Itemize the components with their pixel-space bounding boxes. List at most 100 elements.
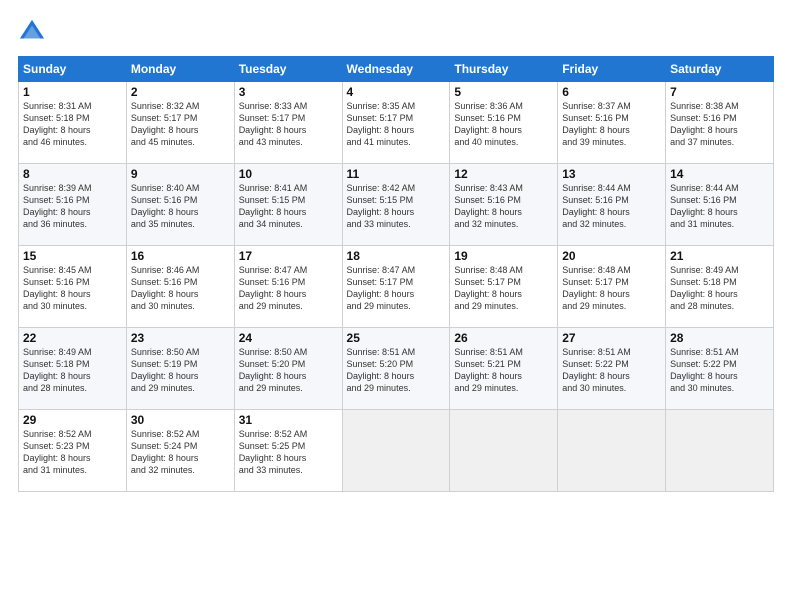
cell-details: Sunrise: 8:42 AM Sunset: 5:15 PM Dayligh…	[347, 182, 446, 231]
logo	[18, 18, 50, 46]
calendar-header-saturday: Saturday	[666, 57, 774, 82]
header	[18, 18, 774, 46]
cell-details: Sunrise: 8:38 AM Sunset: 5:16 PM Dayligh…	[670, 100, 769, 149]
day-number: 27	[562, 331, 661, 345]
calendar-cell: 28Sunrise: 8:51 AM Sunset: 5:22 PM Dayli…	[666, 328, 774, 410]
day-number: 19	[454, 249, 553, 263]
day-number: 14	[670, 167, 769, 181]
calendar-cell: 4Sunrise: 8:35 AM Sunset: 5:17 PM Daylig…	[342, 82, 450, 164]
cell-details: Sunrise: 8:35 AM Sunset: 5:17 PM Dayligh…	[347, 100, 446, 149]
day-number: 13	[562, 167, 661, 181]
day-number: 31	[239, 413, 338, 427]
calendar-cell: 18Sunrise: 8:47 AM Sunset: 5:17 PM Dayli…	[342, 246, 450, 328]
cell-details: Sunrise: 8:46 AM Sunset: 5:16 PM Dayligh…	[131, 264, 230, 313]
cell-details: Sunrise: 8:51 AM Sunset: 5:22 PM Dayligh…	[670, 346, 769, 395]
calendar-cell: 10Sunrise: 8:41 AM Sunset: 5:15 PM Dayli…	[234, 164, 342, 246]
cell-details: Sunrise: 8:51 AM Sunset: 5:22 PM Dayligh…	[562, 346, 661, 395]
cell-details: Sunrise: 8:47 AM Sunset: 5:17 PM Dayligh…	[347, 264, 446, 313]
calendar-cell: 19Sunrise: 8:48 AM Sunset: 5:17 PM Dayli…	[450, 246, 558, 328]
calendar-header-tuesday: Tuesday	[234, 57, 342, 82]
calendar-week-5: 29Sunrise: 8:52 AM Sunset: 5:23 PM Dayli…	[19, 410, 774, 492]
calendar-week-3: 15Sunrise: 8:45 AM Sunset: 5:16 PM Dayli…	[19, 246, 774, 328]
cell-details: Sunrise: 8:40 AM Sunset: 5:16 PM Dayligh…	[131, 182, 230, 231]
day-number: 21	[670, 249, 769, 263]
cell-details: Sunrise: 8:45 AM Sunset: 5:16 PM Dayligh…	[23, 264, 122, 313]
cell-details: Sunrise: 8:49 AM Sunset: 5:18 PM Dayligh…	[670, 264, 769, 313]
calendar-cell: 3Sunrise: 8:33 AM Sunset: 5:17 PM Daylig…	[234, 82, 342, 164]
cell-details: Sunrise: 8:36 AM Sunset: 5:16 PM Dayligh…	[454, 100, 553, 149]
cell-details: Sunrise: 8:39 AM Sunset: 5:16 PM Dayligh…	[23, 182, 122, 231]
calendar-header: SundayMondayTuesdayWednesdayThursdayFrid…	[19, 57, 774, 82]
day-number: 3	[239, 85, 338, 99]
calendar-cell: 30Sunrise: 8:52 AM Sunset: 5:24 PM Dayli…	[126, 410, 234, 492]
calendar-cell: 2Sunrise: 8:32 AM Sunset: 5:17 PM Daylig…	[126, 82, 234, 164]
calendar-cell: 16Sunrise: 8:46 AM Sunset: 5:16 PM Dayli…	[126, 246, 234, 328]
day-number: 25	[347, 331, 446, 345]
calendar-header-friday: Friday	[558, 57, 666, 82]
day-number: 24	[239, 331, 338, 345]
calendar-cell: 13Sunrise: 8:44 AM Sunset: 5:16 PM Dayli…	[558, 164, 666, 246]
cell-details: Sunrise: 8:52 AM Sunset: 5:24 PM Dayligh…	[131, 428, 230, 477]
calendar-cell: 1Sunrise: 8:31 AM Sunset: 5:18 PM Daylig…	[19, 82, 127, 164]
day-number: 6	[562, 85, 661, 99]
calendar-header-sunday: Sunday	[19, 57, 127, 82]
cell-details: Sunrise: 8:32 AM Sunset: 5:17 PM Dayligh…	[131, 100, 230, 149]
page: SundayMondayTuesdayWednesdayThursdayFrid…	[0, 0, 792, 612]
day-number: 16	[131, 249, 230, 263]
day-number: 7	[670, 85, 769, 99]
day-number: 11	[347, 167, 446, 181]
cell-details: Sunrise: 8:37 AM Sunset: 5:16 PM Dayligh…	[562, 100, 661, 149]
calendar-cell	[558, 410, 666, 492]
calendar-week-4: 22Sunrise: 8:49 AM Sunset: 5:18 PM Dayli…	[19, 328, 774, 410]
day-number: 1	[23, 85, 122, 99]
calendar-cell	[450, 410, 558, 492]
calendar-cell: 27Sunrise: 8:51 AM Sunset: 5:22 PM Dayli…	[558, 328, 666, 410]
logo-icon	[18, 18, 46, 46]
cell-details: Sunrise: 8:41 AM Sunset: 5:15 PM Dayligh…	[239, 182, 338, 231]
calendar-cell: 11Sunrise: 8:42 AM Sunset: 5:15 PM Dayli…	[342, 164, 450, 246]
calendar-cell: 24Sunrise: 8:50 AM Sunset: 5:20 PM Dayli…	[234, 328, 342, 410]
day-number: 12	[454, 167, 553, 181]
day-number: 20	[562, 249, 661, 263]
calendar-cell: 31Sunrise: 8:52 AM Sunset: 5:25 PM Dayli…	[234, 410, 342, 492]
calendar-table: SundayMondayTuesdayWednesdayThursdayFrid…	[18, 56, 774, 492]
calendar-cell: 7Sunrise: 8:38 AM Sunset: 5:16 PM Daylig…	[666, 82, 774, 164]
calendar-header-thursday: Thursday	[450, 57, 558, 82]
day-number: 5	[454, 85, 553, 99]
calendar-header-wednesday: Wednesday	[342, 57, 450, 82]
calendar-cell: 15Sunrise: 8:45 AM Sunset: 5:16 PM Dayli…	[19, 246, 127, 328]
calendar-cell: 6Sunrise: 8:37 AM Sunset: 5:16 PM Daylig…	[558, 82, 666, 164]
cell-details: Sunrise: 8:49 AM Sunset: 5:18 PM Dayligh…	[23, 346, 122, 395]
day-number: 4	[347, 85, 446, 99]
cell-details: Sunrise: 8:43 AM Sunset: 5:16 PM Dayligh…	[454, 182, 553, 231]
day-number: 2	[131, 85, 230, 99]
calendar-cell: 29Sunrise: 8:52 AM Sunset: 5:23 PM Dayli…	[19, 410, 127, 492]
cell-details: Sunrise: 8:33 AM Sunset: 5:17 PM Dayligh…	[239, 100, 338, 149]
calendar-cell: 8Sunrise: 8:39 AM Sunset: 5:16 PM Daylig…	[19, 164, 127, 246]
day-number: 30	[131, 413, 230, 427]
day-number: 22	[23, 331, 122, 345]
cell-details: Sunrise: 8:52 AM Sunset: 5:25 PM Dayligh…	[239, 428, 338, 477]
day-number: 15	[23, 249, 122, 263]
calendar-cell	[342, 410, 450, 492]
cell-details: Sunrise: 8:50 AM Sunset: 5:19 PM Dayligh…	[131, 346, 230, 395]
cell-details: Sunrise: 8:48 AM Sunset: 5:17 PM Dayligh…	[454, 264, 553, 313]
calendar-cell: 5Sunrise: 8:36 AM Sunset: 5:16 PM Daylig…	[450, 82, 558, 164]
cell-details: Sunrise: 8:51 AM Sunset: 5:21 PM Dayligh…	[454, 346, 553, 395]
day-number: 28	[670, 331, 769, 345]
calendar-cell: 25Sunrise: 8:51 AM Sunset: 5:20 PM Dayli…	[342, 328, 450, 410]
cell-details: Sunrise: 8:50 AM Sunset: 5:20 PM Dayligh…	[239, 346, 338, 395]
calendar-week-2: 8Sunrise: 8:39 AM Sunset: 5:16 PM Daylig…	[19, 164, 774, 246]
day-number: 29	[23, 413, 122, 427]
calendar-cell: 9Sunrise: 8:40 AM Sunset: 5:16 PM Daylig…	[126, 164, 234, 246]
cell-details: Sunrise: 8:44 AM Sunset: 5:16 PM Dayligh…	[670, 182, 769, 231]
calendar-cell: 21Sunrise: 8:49 AM Sunset: 5:18 PM Dayli…	[666, 246, 774, 328]
calendar-header-monday: Monday	[126, 57, 234, 82]
cell-details: Sunrise: 8:48 AM Sunset: 5:17 PM Dayligh…	[562, 264, 661, 313]
calendar-cell: 20Sunrise: 8:48 AM Sunset: 5:17 PM Dayli…	[558, 246, 666, 328]
calendar-cell: 23Sunrise: 8:50 AM Sunset: 5:19 PM Dayli…	[126, 328, 234, 410]
calendar-cell: 17Sunrise: 8:47 AM Sunset: 5:16 PM Dayli…	[234, 246, 342, 328]
calendar-cell	[666, 410, 774, 492]
day-number: 18	[347, 249, 446, 263]
day-number: 26	[454, 331, 553, 345]
